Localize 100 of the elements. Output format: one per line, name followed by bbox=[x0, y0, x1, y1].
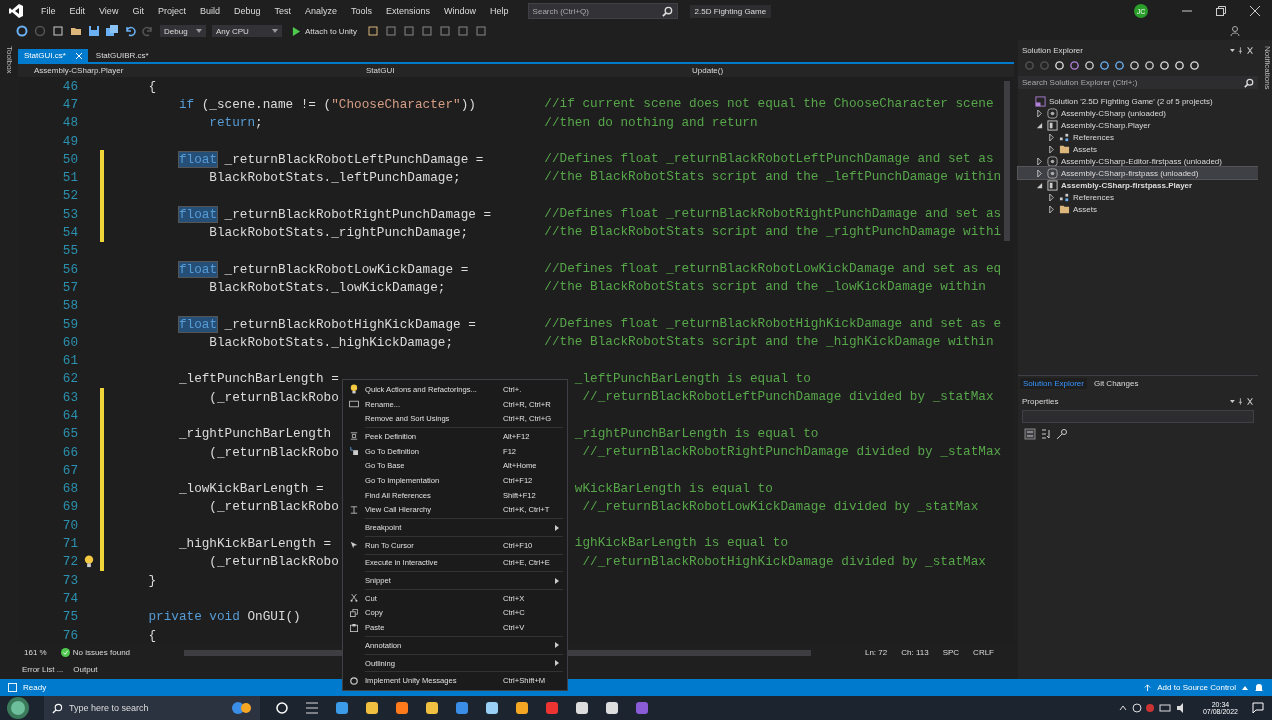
menu-item[interactable]: Edit bbox=[62, 6, 93, 16]
zoom-level[interactable]: 161 % bbox=[24, 648, 47, 657]
tree-item[interactable]: Assets bbox=[1018, 143, 1258, 155]
file-tab[interactable]: StatGUI.cs* bbox=[18, 49, 88, 62]
taskbar-app-icon[interactable] bbox=[274, 700, 290, 716]
attach-button[interactable]: Attach to Unity bbox=[288, 26, 362, 36]
taskbar-app-icon[interactable] bbox=[514, 700, 530, 716]
line-number: 52 bbox=[61, 188, 78, 204]
tree-item[interactable]: Solution '2.5D Fighting Game' (2 of 5 projects) bbox=[1018, 95, 1258, 107]
panel-controls-icon[interactable] bbox=[1230, 47, 1254, 54]
menu-item[interactable]: Test bbox=[267, 6, 298, 16]
tree-item[interactable]: References bbox=[1018, 131, 1258, 143]
menu-item[interactable]: File bbox=[34, 6, 63, 16]
back-icon[interactable] bbox=[16, 25, 28, 37]
taskbar-search-field[interactable]: Type here to search bbox=[69, 696, 226, 720]
tree-item[interactable]: Assembly-CSharp-firstpass (unloaded) bbox=[1018, 167, 1258, 179]
toolbar-tool-icon[interactable] bbox=[475, 25, 488, 37]
notification-icon[interactable] bbox=[1252, 702, 1264, 714]
notifications-tab[interactable]: Notifications bbox=[1258, 40, 1272, 679]
tree-item[interactable]: Assets bbox=[1018, 203, 1258, 215]
code-line: _leftPunchBarLength = bbox=[177, 371, 339, 387]
menu-item[interactable]: View bbox=[92, 6, 126, 16]
widget-icon[interactable] bbox=[232, 701, 252, 715]
line-number: 74 bbox=[61, 590, 78, 606]
menu-item[interactable]: Git bbox=[125, 6, 151, 16]
menu-item[interactable]: Build bbox=[192, 6, 227, 16]
toolbar-tool-icon[interactable] bbox=[367, 25, 380, 37]
menu-item[interactable]: Analyze bbox=[298, 6, 344, 16]
expand-arrow-icon[interactable] bbox=[1036, 109, 1043, 117]
menu-item[interactable]: Tools bbox=[344, 6, 380, 16]
code-comment: //_returnBlackRobotRightPunchDamage divided by _statMax bbox=[582, 443, 1002, 459]
lightbulb-icon[interactable] bbox=[84, 555, 94, 569]
toolbar-tool-icon[interactable] bbox=[421, 25, 434, 37]
collapse-arrow-icon[interactable] bbox=[1036, 121, 1043, 129]
file-tab[interactable]: StatGUIBR.cs* bbox=[89, 49, 155, 62]
live-share-icon[interactable] bbox=[1230, 25, 1242, 37]
menu-item[interactable]: Extensions bbox=[379, 6, 438, 16]
project-dropdown[interactable]: Assembly-CSharp.Player bbox=[18, 66, 350, 75]
search-field[interactable]: Search (Ctrl+Q) bbox=[532, 4, 662, 18]
collapse-arrow-icon[interactable] bbox=[1036, 181, 1043, 189]
taskbar-app-icon[interactable] bbox=[364, 700, 380, 716]
panel-controls-icon[interactable] bbox=[1230, 398, 1254, 405]
start-icon[interactable] bbox=[6, 696, 30, 720]
taskbar-app-icon[interactable] bbox=[604, 700, 620, 716]
new-item-icon[interactable] bbox=[52, 25, 64, 37]
upload-arrow-icon[interactable] bbox=[1144, 684, 1152, 691]
key-icon[interactable] bbox=[1056, 428, 1068, 440]
app-logo-icon bbox=[8, 3, 24, 19]
save-all-icon[interactable] bbox=[106, 25, 118, 37]
issues-status[interactable]: No issues found bbox=[60, 648, 131, 657]
save-icon[interactable] bbox=[88, 25, 100, 37]
folder-icon[interactable] bbox=[70, 25, 82, 37]
close-icon[interactable] bbox=[1250, 6, 1260, 16]
project-icon bbox=[1047, 119, 1058, 131]
whitespace-indicator: SPC bbox=[942, 648, 960, 657]
panel-tab[interactable]: Git Changes bbox=[1090, 378, 1142, 389]
member-dropdown[interactable]: Update() bbox=[676, 66, 724, 75]
line-number: 49 bbox=[61, 133, 78, 149]
tree-item[interactable]: Assembly-CSharp (unloaded) bbox=[1018, 107, 1258, 119]
taskbar-search-box[interactable]: Type here to search bbox=[44, 696, 260, 720]
code-line: (_returnBlackRobo bbox=[208, 499, 339, 515]
categorized-icon[interactable] bbox=[1024, 428, 1036, 440]
class-dropdown[interactable]: StatGUI bbox=[350, 66, 676, 75]
toolbar-tool-icon[interactable] bbox=[403, 25, 416, 37]
source-control-button[interactable]: Add to Source Control bbox=[1157, 683, 1236, 692]
search-box[interactable]: Search (Ctrl+Q) bbox=[527, 3, 678, 19]
explorer-tool-icon[interactable] bbox=[1114, 60, 1125, 71]
menu-item[interactable]: Help bbox=[483, 6, 516, 16]
tree-item[interactable]: References bbox=[1018, 191, 1258, 203]
taskbar-app-icon[interactable] bbox=[394, 700, 410, 716]
platform-dropdown[interactable]: Any CPU bbox=[212, 25, 282, 37]
tree-item[interactable]: Assembly-CSharp-firstpass.Player bbox=[1018, 179, 1258, 191]
sort-icon[interactable] bbox=[1040, 428, 1052, 440]
menu-item[interactable]: Project bbox=[150, 6, 193, 16]
taskbar-app-icon[interactable] bbox=[574, 700, 590, 716]
toolbar-tool-icon[interactable] bbox=[439, 25, 452, 37]
line-number: 64 bbox=[61, 408, 78, 423]
caret-icon[interactable] bbox=[1242, 685, 1248, 690]
code-line: private void OnGUI() bbox=[147, 609, 301, 625]
bell-icon[interactable] bbox=[1254, 682, 1264, 693]
undo-icon[interactable] bbox=[124, 25, 136, 37]
tree-item[interactable]: Assembly-CSharp-Editor-firstpass (unloaded) bbox=[1018, 155, 1258, 167]
toolbar-tool-icon[interactable] bbox=[457, 25, 470, 37]
menu-item[interactable]: Debug bbox=[226, 6, 268, 16]
configuration-dropdown[interactable]: Debug bbox=[160, 25, 206, 37]
panel-tab[interactable]: Error List ... bbox=[22, 664, 64, 674]
explorer-tool-icon[interactable] bbox=[1069, 60, 1080, 71]
tree-item[interactable]: Assembly-CSharp.Player bbox=[1018, 119, 1258, 131]
restore-icon[interactable] bbox=[1216, 6, 1226, 16]
unloaded-project-icon bbox=[1047, 167, 1058, 179]
panel-tab[interactable]: Solution Explorer bbox=[1020, 378, 1087, 389]
taskbar-app-icon[interactable] bbox=[484, 700, 500, 716]
code-line: float _returnBlackRobotLeftPunchDamage = bbox=[177, 151, 484, 167]
toolbar-tool-icon[interactable] bbox=[385, 25, 398, 37]
lightbulb-icon bbox=[350, 384, 358, 395]
menu-item[interactable]: Window bbox=[437, 6, 484, 16]
explorer-tool-icon[interactable] bbox=[1099, 60, 1110, 71]
panel-tab[interactable]: Output bbox=[73, 664, 98, 674]
line-number: 61 bbox=[61, 353, 78, 369]
taskbar-app-icon[interactable] bbox=[424, 700, 440, 716]
